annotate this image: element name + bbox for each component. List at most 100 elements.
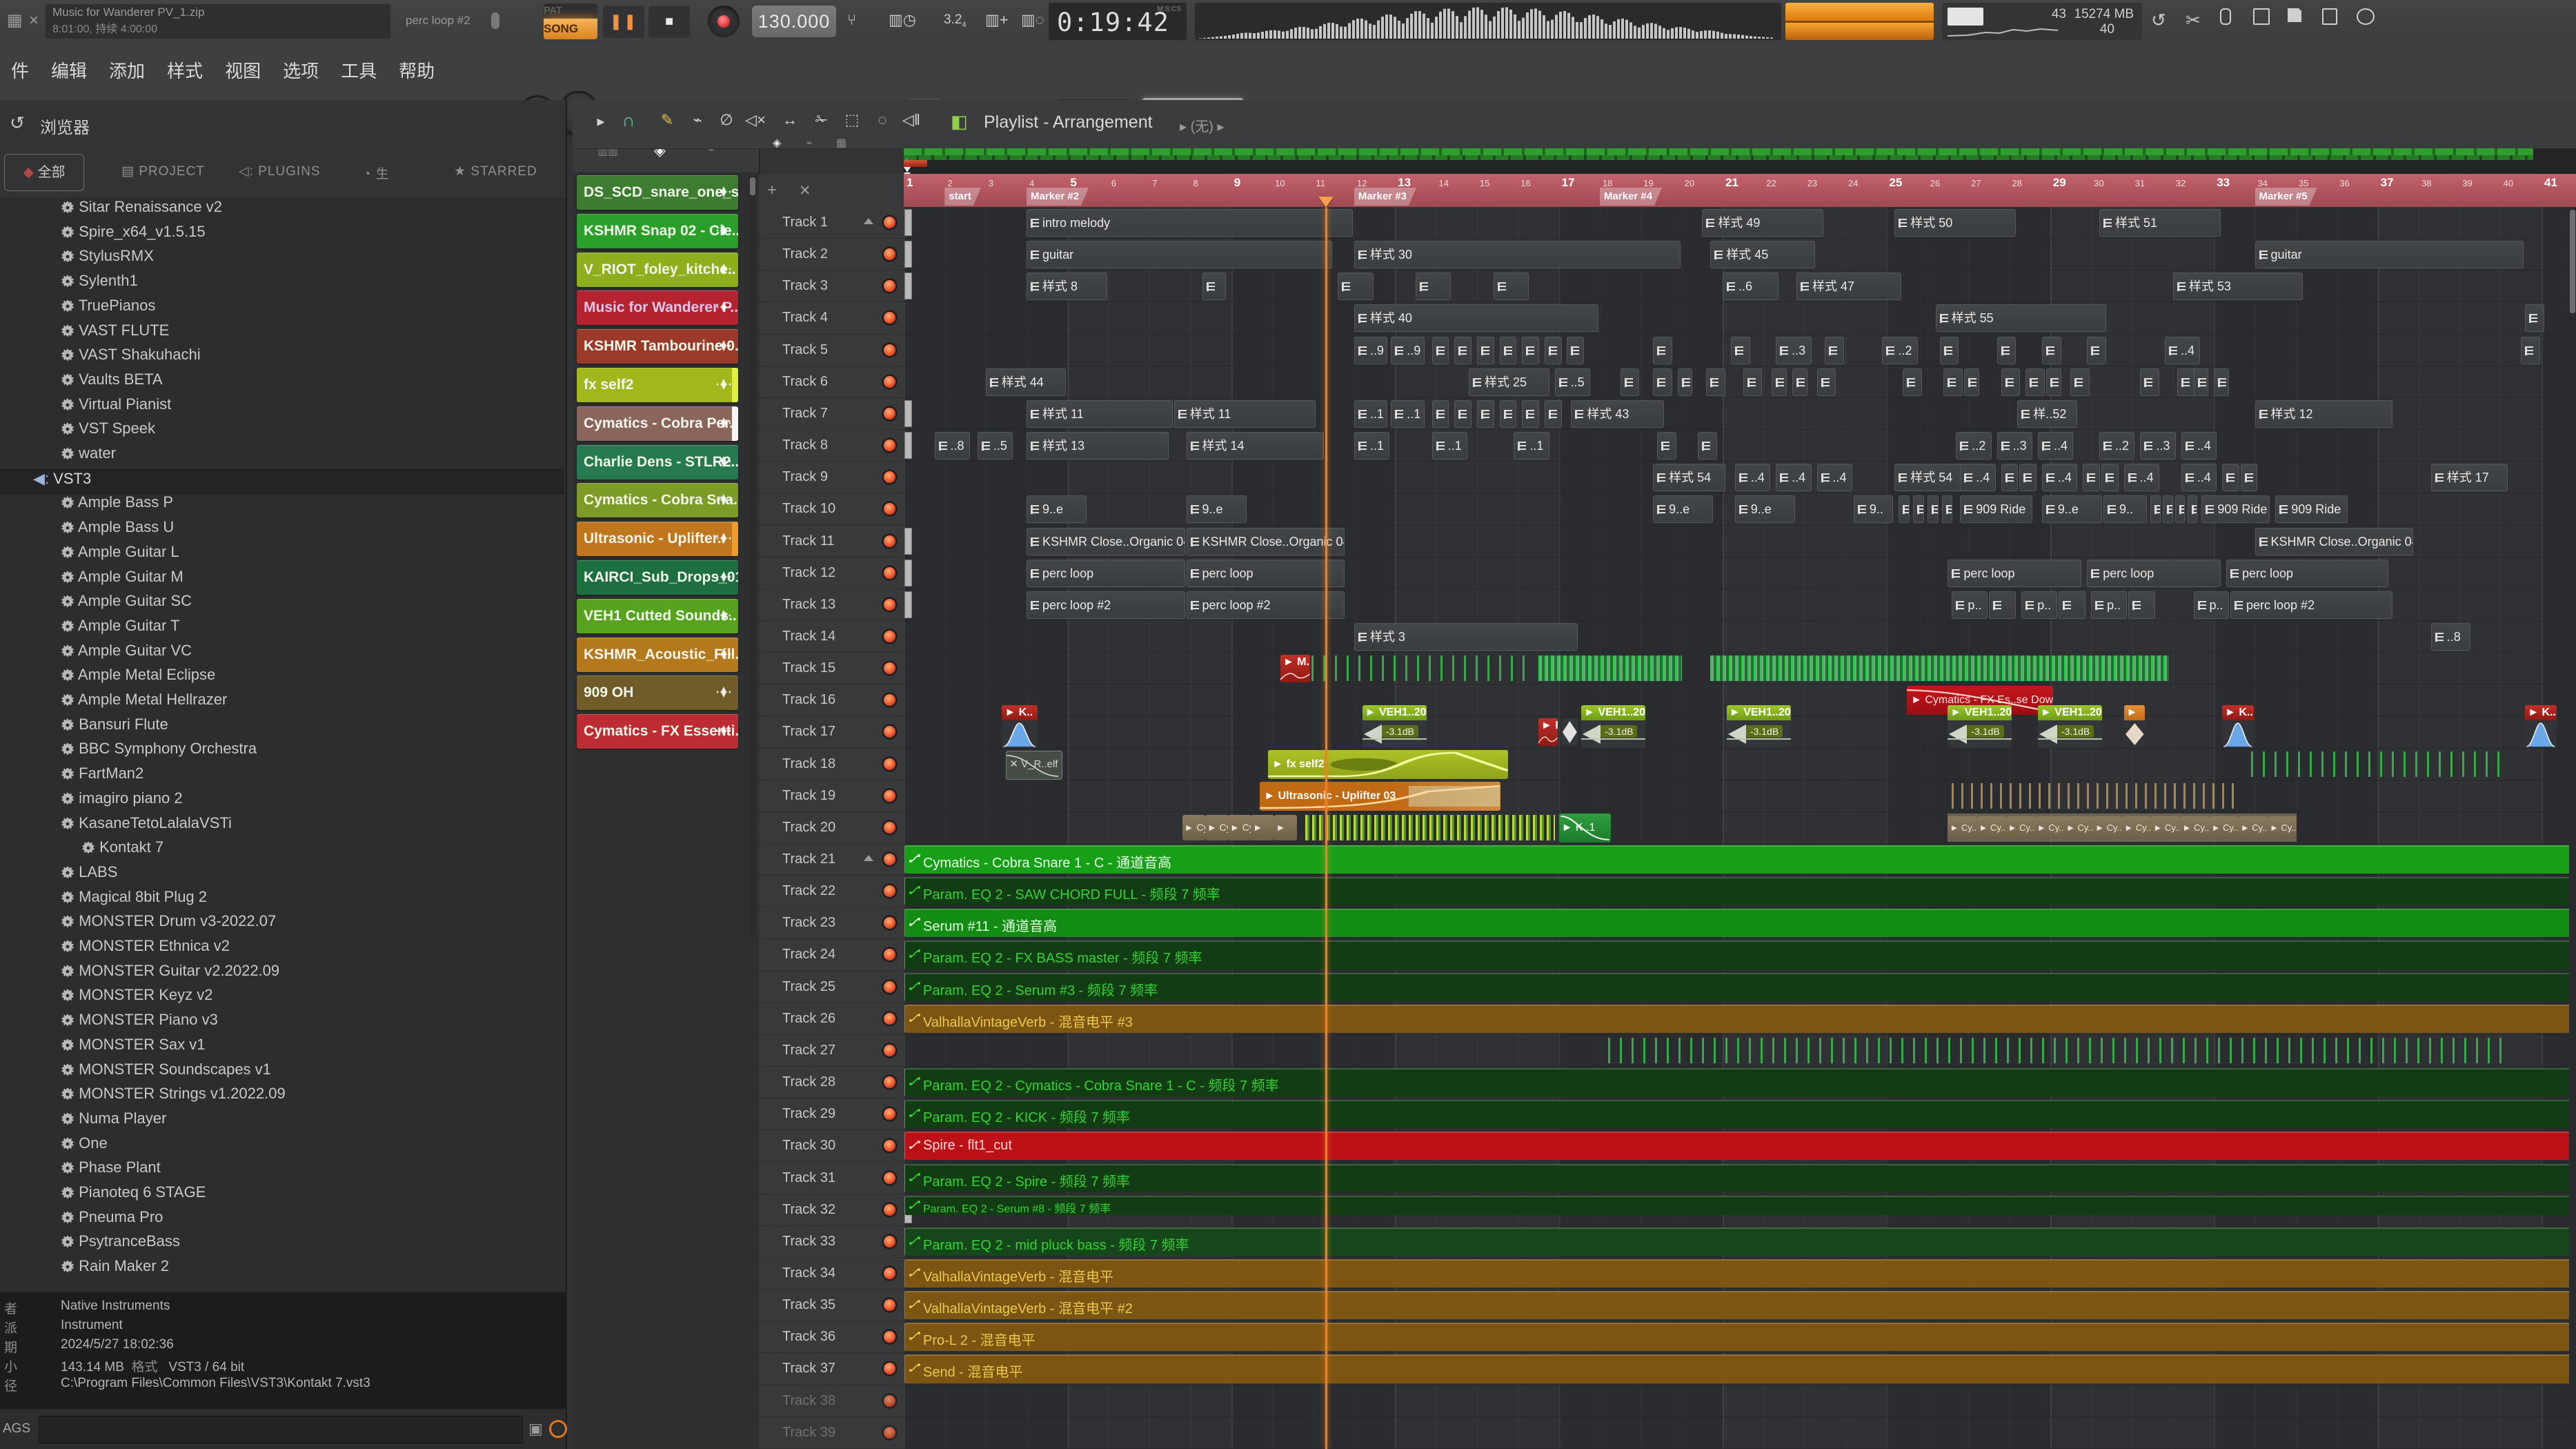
record-arm-button[interactable] bbox=[884, 790, 895, 802]
audio-clip[interactable]: ► Cy.. bbox=[2151, 816, 2180, 839]
record-arm-button[interactable] bbox=[884, 1395, 895, 1407]
pattern-clip[interactable]: ..1 bbox=[1354, 400, 1387, 428]
timeline-ruler[interactable]: 1234567891011121314151617181920212223242… bbox=[904, 174, 2576, 208]
track-header[interactable]: Track 27 bbox=[759, 1035, 904, 1067]
audio-stripe-region[interactable] bbox=[1311, 656, 1534, 681]
pattern-clip[interactable]: 样式 49 bbox=[1702, 209, 1823, 237]
audio-clip[interactable]: ► K.. bbox=[1538, 718, 1558, 746]
pattern-clip[interactable]: ..8 bbox=[2431, 623, 2470, 651]
paint-tool-icon[interactable]: ⌁ bbox=[684, 111, 711, 129]
record-arm-button[interactable] bbox=[884, 344, 895, 356]
record-arm-button[interactable] bbox=[884, 280, 895, 292]
record-arm-button[interactable] bbox=[884, 471, 895, 483]
pattern-clip[interactable] bbox=[1454, 337, 1472, 364]
browser-item[interactable]: Ample Bass P bbox=[0, 493, 564, 517]
browser-item[interactable]: Rain Maker 2 bbox=[0, 1257, 564, 1281]
pattern-clip[interactable]: 样式 11 bbox=[1174, 400, 1316, 428]
pattern-clip[interactable] bbox=[1500, 337, 1517, 364]
pattern-clip[interactable] bbox=[1545, 400, 1562, 428]
track-header[interactable]: Track 36 bbox=[759, 1321, 904, 1353]
browser-tab-all[interactable]: ◆ 全部 bbox=[4, 154, 84, 191]
pattern-clip[interactable]: 样式 25 bbox=[1469, 368, 1549, 396]
audio-clip[interactable]: ► Cy.. bbox=[1977, 816, 2006, 839]
pattern-clip[interactable]: 样式 30 bbox=[1354, 241, 1681, 268]
pattern-clip[interactable] bbox=[1792, 368, 1807, 396]
pattern-clip[interactable]: ..8 bbox=[935, 432, 970, 460]
track-header[interactable]: Track 35 bbox=[759, 1290, 904, 1321]
track-header[interactable]: Track 19 bbox=[759, 780, 904, 812]
pattern-clip[interactable]: perc loop #2 bbox=[1027, 591, 1185, 619]
time-signature[interactable]: 3.24 bbox=[944, 12, 967, 29]
pattern-clip[interactable]: 9..e bbox=[1653, 495, 1713, 523]
browser-item[interactable]: Ample Metal Hellrazer bbox=[0, 691, 564, 714]
browser-item[interactable]: MONSTER Strings v1.2022.09 bbox=[0, 1085, 564, 1108]
timeline-marker[interactable]: Marker #3 bbox=[1354, 188, 1416, 206]
audio-stripe-region[interactable] bbox=[1710, 656, 2169, 681]
pattern-clip[interactable] bbox=[2046, 368, 2061, 396]
chat-icon[interactable] bbox=[2357, 8, 2375, 29]
pattern-clip[interactable] bbox=[1928, 495, 1939, 523]
pattern-clip[interactable]: 样式 8 bbox=[1027, 273, 1107, 300]
track-collapse-icon[interactable] bbox=[864, 855, 873, 861]
record-arm-button[interactable] bbox=[884, 599, 895, 611]
audio-clip[interactable]: ► Cy.. bbox=[2006, 816, 2035, 839]
playback-tool-icon[interactable]: ◁‖ bbox=[898, 111, 924, 129]
browser-item[interactable]: VST Speek bbox=[0, 420, 564, 443]
record-arm-button[interactable] bbox=[884, 631, 895, 642]
track-grip[interactable] bbox=[904, 528, 912, 555]
track-header[interactable]: Track 37 bbox=[759, 1353, 904, 1385]
pattern-clip[interactable] bbox=[1913, 495, 1924, 523]
pattern-clip[interactable] bbox=[2150, 495, 2161, 523]
pattern-clip[interactable]: KSHMR Close..Organic 04 bbox=[2255, 528, 2413, 555]
audio-stripe-region[interactable] bbox=[2251, 751, 2505, 777]
track-grip[interactable] bbox=[904, 591, 912, 618]
record-arm-button[interactable] bbox=[884, 1013, 895, 1025]
menu-1[interactable]: 编辑 bbox=[40, 43, 98, 99]
close-project-icon[interactable]: × bbox=[29, 12, 39, 29]
pattern-clip[interactable] bbox=[1940, 337, 1959, 364]
pattern-clip[interactable]: ..1 bbox=[1391, 400, 1424, 428]
audio-stripe-region[interactable] bbox=[1305, 815, 1555, 840]
volume-meter[interactable] bbox=[1785, 3, 1934, 40]
pencil-icon[interactable]: ✎ bbox=[654, 111, 680, 129]
record-arm-button[interactable] bbox=[884, 662, 895, 674]
draw-tool-icon[interactable]: ▸ bbox=[588, 112, 614, 130]
menu-3[interactable]: 样式 bbox=[156, 43, 214, 99]
pattern-clip[interactable] bbox=[1989, 591, 2017, 619]
browser-item[interactable]: StylusRMX bbox=[0, 247, 564, 270]
pattern-clip[interactable]: ..1 bbox=[1514, 432, 1549, 460]
playlist-scrollbar[interactable] bbox=[2569, 207, 2576, 1449]
pattern-clip[interactable]: 9..e bbox=[1027, 495, 1087, 523]
automation-clip[interactable]: Cymatics - Cobra Snare 1 - C - 通道音高 bbox=[905, 845, 2574, 874]
audio-clip[interactable]: ► Cy.. bbox=[1228, 815, 1251, 840]
pattern-clip[interactable] bbox=[2140, 368, 2159, 396]
record-arm-button[interactable] bbox=[884, 1076, 895, 1088]
timeline-marker[interactable]: Marker #2 bbox=[1027, 188, 1089, 206]
record-arm-button[interactable] bbox=[884, 535, 895, 547]
pattern-clip[interactable] bbox=[1997, 337, 2017, 364]
pattern-clip[interactable] bbox=[2163, 495, 2173, 523]
track-header[interactable]: Track 30 bbox=[759, 1130, 904, 1162]
timeline-marker[interactable]: start bbox=[944, 188, 981, 206]
record-arm-button[interactable] bbox=[884, 885, 895, 897]
pattern-clip[interactable]: 样式 47 bbox=[1796, 273, 1901, 300]
pattern-clip[interactable] bbox=[2025, 368, 2045, 396]
audio-clip[interactable]: ► Cy.. bbox=[2064, 816, 2093, 839]
pattern-clip[interactable]: ..9 bbox=[1354, 337, 1387, 364]
track-header[interactable]: Track 17 bbox=[759, 716, 904, 748]
audio-clip[interactable]: ► bbox=[1274, 815, 1298, 840]
audio-stripe-region[interactable] bbox=[1608, 1038, 2509, 1063]
audio-clip[interactable]: ► Cy.. bbox=[1948, 816, 1976, 839]
pattern-clip[interactable] bbox=[2521, 337, 2540, 364]
automation-clip[interactable]: Pro-L 2 - 混音电平 bbox=[905, 1323, 2574, 1351]
browser-item[interactable]: Numa Player bbox=[0, 1110, 564, 1133]
record-arm-button[interactable] bbox=[884, 822, 895, 834]
track-header[interactable]: Track 18 bbox=[759, 749, 904, 780]
wait-input-icon[interactable]: ▥+ bbox=[985, 11, 1009, 29]
track-header[interactable]: Track 3 bbox=[759, 270, 904, 302]
automation-clip[interactable]: Param. EQ 2 - Serum #3 - 频段 7 频率 bbox=[905, 973, 2574, 1001]
pattern-clip[interactable]: KSHMR Close..Organic 04 bbox=[1187, 528, 1345, 555]
pattern-clip[interactable]: 样式 53 bbox=[2173, 273, 2303, 300]
browser-item[interactable]: Ample Guitar SC bbox=[0, 592, 564, 615]
audio-clip[interactable]: ► Cy.. bbox=[2268, 816, 2297, 839]
